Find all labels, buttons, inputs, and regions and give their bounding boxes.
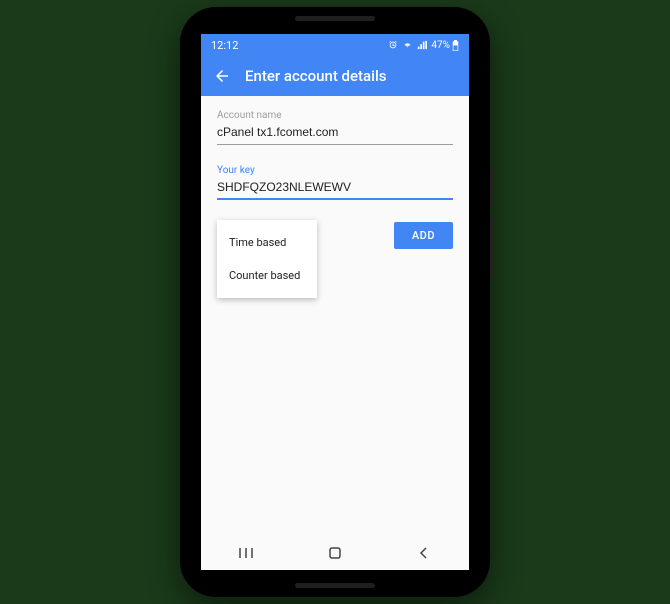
signal-icon: [417, 40, 427, 50]
account-name-input[interactable]: [217, 121, 453, 145]
home-icon: [327, 545, 343, 561]
battery-icon: [452, 40, 459, 51]
your-key-field-group: Your key: [217, 165, 453, 200]
back-button[interactable]: [213, 67, 231, 85]
nav-back-button[interactable]: [416, 545, 432, 561]
system-nav-bar: [201, 535, 469, 570]
phone-screen: 12:12 47% Enter account details: [201, 34, 469, 570]
status-bar: 12:12 47%: [201, 34, 469, 56]
type-row: Time based Counter based ADD: [217, 220, 453, 298]
app-bar: Enter account details: [201, 56, 469, 96]
status-icons: 47%: [388, 40, 459, 51]
add-button[interactable]: ADD: [394, 222, 453, 249]
recents-icon: [238, 546, 254, 560]
status-time: 12:12: [211, 39, 238, 52]
nav-recents-button[interactable]: [238, 545, 254, 561]
wifi-icon: [402, 40, 413, 50]
content-area: Account name Your key Time based Counter…: [201, 96, 469, 535]
account-name-label: Account name: [217, 110, 453, 121]
app-root: 12:12 47% Enter account details: [201, 34, 469, 570]
alarm-icon: [388, 40, 398, 50]
nav-home-button[interactable]: [327, 545, 343, 561]
your-key-input[interactable]: [217, 176, 453, 200]
account-name-field-group: Account name: [217, 110, 453, 145]
status-battery-pct: 47%: [431, 40, 450, 51]
page-title: Enter account details: [245, 67, 387, 85]
type-dropdown[interactable]: Time based Counter based: [217, 220, 317, 298]
arrow-left-icon: [213, 67, 231, 85]
your-key-label: Your key: [217, 165, 453, 176]
dropdown-option-counter-based[interactable]: Counter based: [217, 259, 317, 292]
phone-frame: 12:12 47% Enter account details: [180, 7, 490, 597]
phone-side-button: [490, 217, 493, 277]
phone-side-button: [490, 167, 493, 207]
dropdown-option-time-based[interactable]: Time based: [217, 226, 317, 259]
back-icon: [417, 546, 431, 560]
